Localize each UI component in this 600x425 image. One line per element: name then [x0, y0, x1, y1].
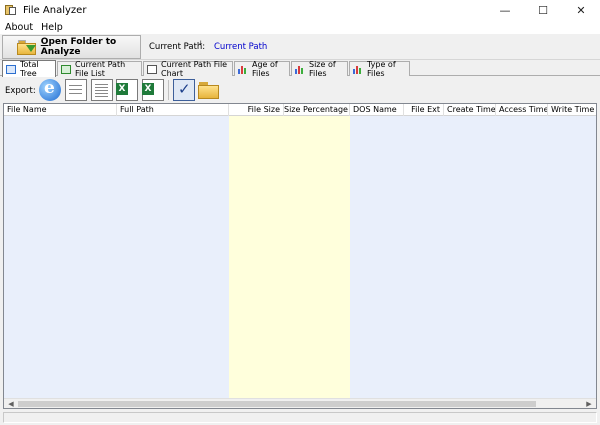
window-title: File Analyzer	[23, 4, 87, 16]
check-icon[interactable]	[173, 79, 195, 101]
tree-icon	[6, 64, 16, 74]
path-separator-icon: ꜜ	[199, 40, 203, 51]
minimize-button[interactable]: —	[486, 0, 524, 20]
tab-age-of-files[interactable]: Age of Files	[234, 60, 290, 78]
maximize-button[interactable]: ☐	[524, 0, 562, 20]
column-header-access-time[interactable]: Access Time	[496, 104, 548, 116]
excel-export-icon[interactable]: X	[116, 79, 138, 101]
column-header-write-time[interactable]: Write Time	[548, 104, 596, 116]
web-export-icon[interactable]	[65, 79, 87, 101]
tab-current-path-file-chart[interactable]: Current Path File Chart	[143, 60, 233, 78]
bar-chart-icon	[295, 65, 305, 74]
list-icon	[61, 64, 71, 74]
tab-label: Size of Files	[309, 60, 336, 78]
csv-export-icon[interactable]: X	[142, 79, 164, 101]
column-header-size-percentage[interactable]: Size Percentage	[284, 104, 350, 116]
open-folder-button[interactable]: Open Folder to Analyze	[2, 35, 141, 59]
export-toolbar: Export: X X	[0, 77, 600, 103]
tab-label: Current Path File List	[75, 60, 126, 78]
bar-chart-icon	[353, 65, 363, 74]
column-header-file-name[interactable]: File Name	[4, 104, 117, 116]
chart-icon	[147, 64, 157, 74]
close-button[interactable]: ✕	[562, 0, 600, 20]
maximize-icon: ☐	[538, 3, 548, 17]
text-export-icon[interactable]	[91, 79, 113, 101]
toolbar-separator	[168, 80, 169, 100]
tab-label: Current Path File Chart	[161, 60, 228, 78]
menu-bar: About Help	[0, 20, 600, 34]
folder-icon[interactable]	[198, 79, 220, 101]
grid-header: File Name Full Path File Size Size Perce…	[4, 104, 596, 116]
tab-label: Total Tree	[20, 60, 39, 78]
size-columns-highlight	[229, 116, 350, 398]
open-folder-label: Open Folder to Analyze	[40, 37, 117, 57]
minimize-icon: —	[499, 3, 511, 17]
scrollbar-thumb[interactable]	[18, 401, 536, 407]
app-icon	[5, 4, 17, 16]
current-path-value: Current Path	[214, 42, 268, 52]
current-path-label: Current Path:	[149, 42, 206, 52]
title-bar: File Analyzer — ☐ ✕	[0, 0, 600, 20]
scroll-left-icon[interactable]: ◀	[4, 399, 18, 408]
column-header-dos-name[interactable]: DOS Name	[350, 104, 404, 116]
tab-type-of-files[interactable]: Type of Files	[349, 60, 410, 78]
tab-total-tree[interactable]: Total Tree	[2, 60, 56, 78]
close-icon: ✕	[576, 3, 586, 17]
open-folder-icon	[17, 39, 36, 55]
column-header-full-path[interactable]: Full Path	[117, 104, 229, 116]
scroll-right-icon[interactable]: ▶	[582, 399, 596, 408]
export-label: Export:	[5, 86, 36, 96]
tab-current-path-file-list[interactable]: Current Path File List	[57, 60, 142, 78]
column-header-create-time[interactable]: Create Time	[444, 104, 496, 116]
column-header-file-ext[interactable]: File Ext	[404, 104, 444, 116]
html-export-icon[interactable]	[39, 78, 61, 101]
column-header-file-size[interactable]: File Size	[229, 104, 284, 116]
bar-chart-icon	[238, 65, 248, 74]
grid-body[interactable]	[4, 116, 596, 398]
tab-label: Age of Files	[252, 60, 278, 78]
menu-item-about[interactable]: About	[0, 22, 37, 33]
menu-item-help[interactable]: Help	[37, 22, 67, 33]
tab-size-of-files[interactable]: Size of Files	[291, 60, 348, 78]
file-tree-grid[interactable]: File Name Full Path File Size Size Perce…	[3, 103, 597, 409]
main-toolbar: Open Folder to Analyze Current Path: ꜜ C…	[0, 34, 600, 60]
window-controls: — ☐ ✕	[486, 0, 600, 20]
horizontal-scrollbar[interactable]: ◀ ▶	[4, 398, 596, 408]
status-bar	[0, 411, 600, 425]
tab-label: Type of Files	[367, 60, 396, 78]
status-field	[3, 412, 597, 423]
tab-bar: Total Tree Current Path File List Curren…	[0, 60, 600, 78]
